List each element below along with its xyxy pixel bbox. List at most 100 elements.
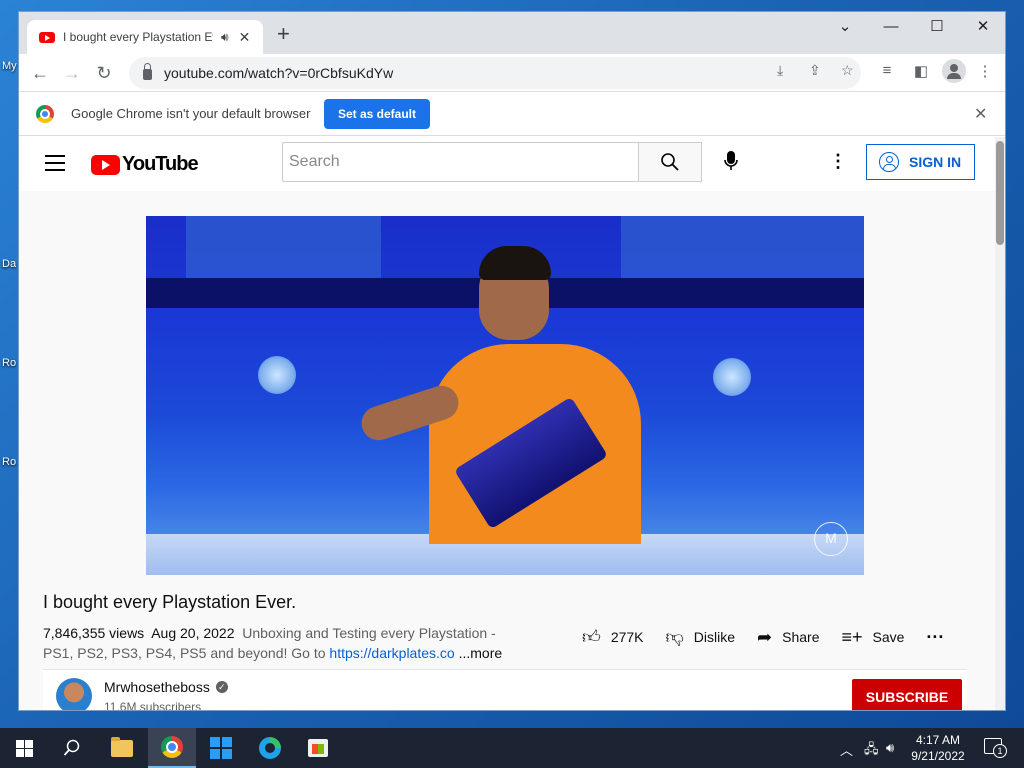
verified-check-icon: ✓ xyxy=(215,681,228,693)
url-text: youtube.com/watch?v=0rCbfsuKdYw xyxy=(164,65,394,81)
channel-watermark-icon[interactable]: M xyxy=(814,522,848,556)
youtube-page: YouTube Search ⋮ SIGN IN M I bought ever… xyxy=(19,137,1005,711)
desktop-icon-label[interactable]: Da xyxy=(2,258,16,270)
tab-title: I bought every Playstation Ever. xyxy=(63,30,213,44)
desktop-icon-label[interactable]: Ro xyxy=(2,456,16,468)
bookmark-star-icon[interactable]: ☆ xyxy=(841,62,854,79)
video-actions: 👍︎ 277K 👎︎ Dislike ➦ Share ≡+ Save ··· xyxy=(582,626,976,648)
tiles-icon xyxy=(210,737,232,759)
search-input[interactable]: Search xyxy=(282,142,639,182)
network-icon[interactable]: 🖧︎ xyxy=(864,740,879,762)
video-frame xyxy=(713,358,751,396)
thumbs-up-icon: 👍︎ xyxy=(582,627,601,647)
reload-icon[interactable]: ↻ xyxy=(91,60,117,86)
desktop-icon-label[interactable]: My xyxy=(2,60,17,72)
lock-icon[interactable] xyxy=(143,63,152,80)
more-horiz-icon: ··· xyxy=(926,626,945,647)
channel-avatar[interactable] xyxy=(56,678,92,710)
notification-count-badge: 1 xyxy=(993,744,1007,758)
tiles-app-button[interactable] xyxy=(197,728,245,768)
search-icon xyxy=(63,739,80,756)
search-button[interactable] xyxy=(638,142,702,182)
video-frame xyxy=(621,216,864,278)
video-frame xyxy=(479,246,551,280)
chrome-taskbar-button[interactable] xyxy=(148,728,196,768)
more-actions-button[interactable]: ··· xyxy=(926,627,954,648)
microphone-icon[interactable] xyxy=(719,149,743,173)
chevron-up-icon[interactable]: ︿ xyxy=(840,740,853,759)
settings-kebab-icon[interactable]: ⋮ xyxy=(829,149,847,173)
video-title: I bought every Playstation Ever. xyxy=(43,592,297,612)
description-link[interactable]: https://darkplates.co xyxy=(329,645,454,661)
scrollbar-thumb[interactable] xyxy=(996,141,1004,245)
speaker-icon[interactable]: 🔊︎ xyxy=(221,30,229,45)
page-scrollbar[interactable] xyxy=(995,137,1005,710)
youtube-play-icon xyxy=(91,154,120,175)
search-icon xyxy=(661,152,679,171)
clock-time: 4:17 AM xyxy=(915,733,961,747)
video-player[interactable]: M xyxy=(146,216,864,575)
like-button[interactable]: 👍︎ 277K xyxy=(582,626,644,648)
file-explorer-button[interactable] xyxy=(98,728,146,768)
store-button[interactable] xyxy=(294,728,342,768)
side-panel-icon[interactable]: ◧ xyxy=(910,62,932,80)
thumbs-down-icon: 👎︎ xyxy=(665,627,684,647)
upload-date: Aug 20, 2022 xyxy=(151,625,235,641)
new-tab-button[interactable]: + xyxy=(277,22,290,46)
address-bar[interactable]: youtube.com/watch?v=0rCbfsuKdYw xyxy=(129,57,861,89)
save-button[interactable]: ≡+ Save xyxy=(841,627,904,648)
edge-icon xyxy=(259,737,281,759)
install-icon[interactable]: ⤓ xyxy=(777,62,783,79)
menu-kebab-icon[interactable]: ⋮ xyxy=(974,62,996,80)
clock-date: 9/21/2022 xyxy=(911,749,965,763)
maximize-button[interactable]: ☐ xyxy=(917,16,957,38)
dislike-button[interactable]: 👎︎ Dislike xyxy=(666,626,736,648)
start-button[interactable] xyxy=(0,728,48,768)
playlist-add-icon: ≡+ xyxy=(841,626,863,647)
back-arrow-icon[interactable]: ← xyxy=(27,60,53,86)
chrome-icon xyxy=(161,736,183,758)
chrome-window: I bought every Playstation Ever. 🔊︎ ✕ + … xyxy=(18,11,1006,711)
video-frame xyxy=(258,356,296,394)
tab-strip: I bought every Playstation Ever. 🔊︎ ✕ + … xyxy=(19,12,1005,54)
set-as-default-button[interactable]: Set as default xyxy=(324,99,430,129)
sign-in-label: SIGN IN xyxy=(909,154,962,170)
share-icon[interactable]: ⇪ xyxy=(809,62,821,79)
forward-arrow-icon[interactable]: → xyxy=(59,60,85,86)
desktop-icon-label[interactable]: Ro xyxy=(2,357,16,369)
minimize-button[interactable]: — xyxy=(871,16,911,38)
edge-button[interactable] xyxy=(246,728,294,768)
youtube-wordmark: YouTube xyxy=(122,153,199,175)
video-frame xyxy=(186,216,381,278)
youtube-favicon-icon xyxy=(39,31,55,43)
subscribe-button[interactable]: SUBSCRIBE xyxy=(852,679,962,710)
account-icon xyxy=(879,152,899,172)
system-clock[interactable]: 4:17 AM 9/21/2022 xyxy=(906,732,970,764)
more-link[interactable]: ...more xyxy=(459,645,503,661)
share-arrow-icon: ➦ xyxy=(757,626,773,647)
video-description[interactable]: 7,846,355 views Aug 20, 2022 Unboxing an… xyxy=(43,623,513,663)
close-infobar-icon[interactable]: ✕ xyxy=(974,104,987,124)
search-taskbar-button[interactable] xyxy=(48,728,96,768)
browser-toolbar: ← → ↻ youtube.com/watch?v=0rCbfsuKdYw ⤓ … xyxy=(19,54,1005,91)
channel-row: Mrwhosetheboss ✓ 11.6M subscribers SUBSC… xyxy=(43,669,967,711)
volume-icon[interactable]: 🔊︎ xyxy=(886,740,894,756)
subscriber-count: 11.6M subscribers xyxy=(104,700,202,711)
taskbar: ︿ 🖧︎ 🔊︎ 4:17 AM 9/21/2022 1 xyxy=(0,728,1024,768)
share-button[interactable]: ➦ Share xyxy=(757,627,819,648)
youtube-logo[interactable]: YouTube xyxy=(91,153,199,176)
close-window-button[interactable]: ✕ xyxy=(963,16,1003,38)
media-control-icon[interactable]: ≡ xyxy=(876,62,898,79)
channel-name-row[interactable]: Mrwhosetheboss ✓ xyxy=(104,679,228,695)
folder-icon xyxy=(111,736,133,757)
dislike-label: Dislike xyxy=(693,629,736,645)
share-label: Share xyxy=(782,629,820,645)
tab-youtube[interactable]: I bought every Playstation Ever. 🔊︎ ✕ xyxy=(27,20,263,54)
sign-in-button[interactable]: SIGN IN xyxy=(866,144,975,180)
profile-avatar-icon[interactable] xyxy=(942,59,966,83)
tab-search-icon[interactable]: ⌄ xyxy=(825,16,865,38)
like-count: 277K xyxy=(610,629,644,645)
hamburger-menu-icon[interactable] xyxy=(45,155,65,176)
chrome-logo-icon xyxy=(36,105,54,123)
close-tab-icon[interactable]: ✕ xyxy=(239,29,251,46)
